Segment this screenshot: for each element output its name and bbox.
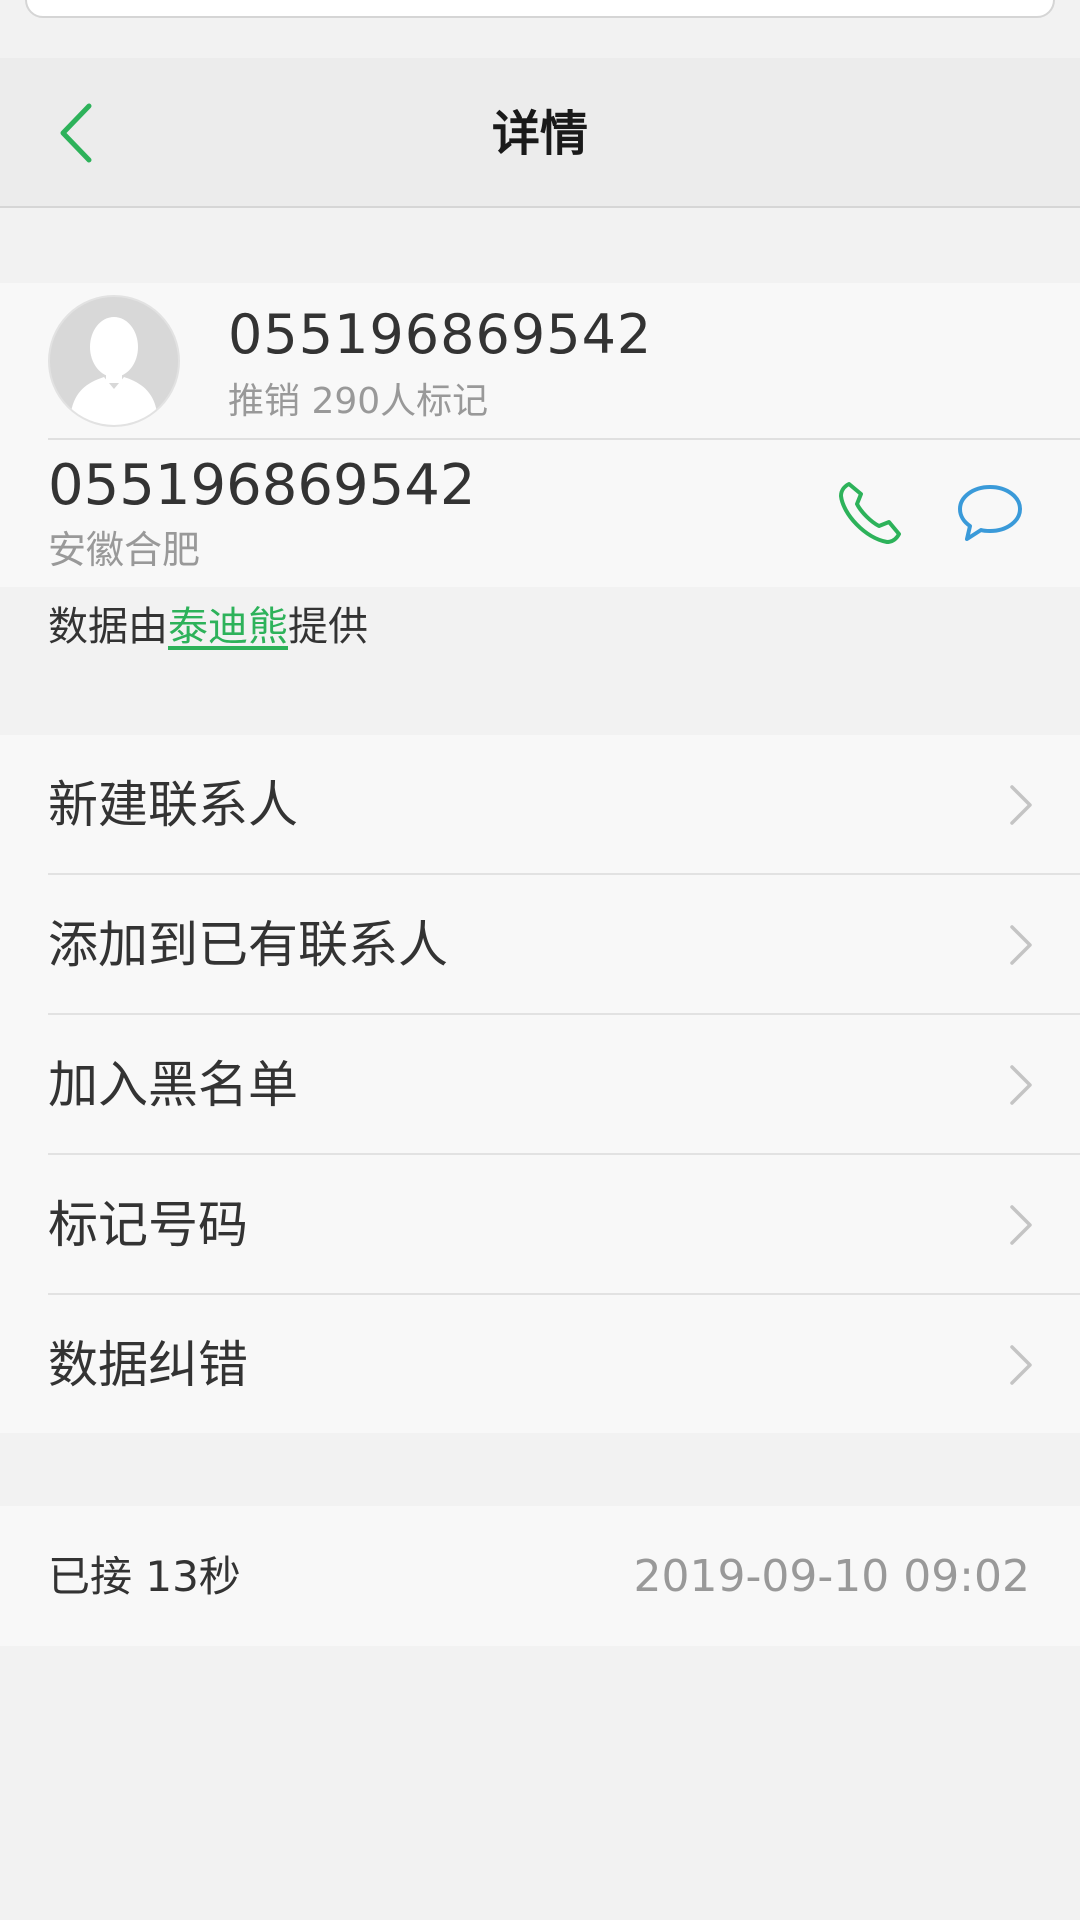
divider xyxy=(48,438,1080,440)
phone-location: 安徽合肥 xyxy=(48,528,201,572)
chevron-right-icon xyxy=(1010,1065,1032,1105)
menu-item-label: 新建联系人 xyxy=(48,776,298,834)
menu-item-mark-number[interactable]: 标记号码 xyxy=(0,1155,1080,1295)
menu-item-data-correction[interactable]: 数据纠错 xyxy=(0,1295,1080,1435)
provider-link[interactable]: 泰迪熊 xyxy=(168,604,288,650)
call-log-entry: 已接 13秒 2019-09-10 09:02 xyxy=(0,1506,1080,1646)
phone-number: 055196869542 xyxy=(48,453,476,518)
menu-item-add-to-existing-contact[interactable]: 添加到已有联系人 xyxy=(0,875,1080,1015)
menu-item-label: 加入黑名单 xyxy=(48,1056,298,1114)
chevron-right-icon xyxy=(1010,1345,1032,1385)
provider-prefix: 数据由 xyxy=(48,604,168,650)
menu-item-add-to-blacklist[interactable]: 加入黑名单 xyxy=(0,1015,1080,1155)
top-app-bar: 详情 xyxy=(0,58,1080,208)
chevron-right-icon xyxy=(1010,1205,1032,1245)
phone-icon xyxy=(839,482,901,544)
caller-tag-text: 推销 290人标记 xyxy=(228,381,489,422)
chevron-right-icon xyxy=(1010,925,1032,965)
message-button[interactable] xyxy=(950,473,1030,553)
provider-suffix: 提供 xyxy=(288,604,368,650)
call-timestamp: 2019-09-10 09:02 xyxy=(633,1551,1031,1602)
page-title: 详情 xyxy=(491,106,588,162)
search-bar-remnant xyxy=(25,0,1055,18)
caller-info-card: 055196869542 推销 290人标记 055196869542 安徽合肥 xyxy=(0,283,1080,587)
call-button[interactable] xyxy=(830,473,910,553)
menu-item-label: 添加到已有联系人 xyxy=(48,916,448,974)
caller-name: 055196869542 xyxy=(228,303,653,366)
data-provider-note: 数据由泰迪熊提供 xyxy=(48,602,368,652)
action-menu: 新建联系人 添加到已有联系人 加入黑名单 标记号码 数据纠错 xyxy=(0,735,1080,1433)
person-silhouette-icon xyxy=(70,317,158,425)
call-status: 已接 13秒 xyxy=(48,1552,241,1601)
menu-item-label: 标记号码 xyxy=(48,1196,248,1254)
message-bubble-icon xyxy=(958,485,1022,541)
chevron-right-icon xyxy=(1010,785,1032,825)
avatar xyxy=(48,295,180,427)
menu-item-new-contact[interactable]: 新建联系人 xyxy=(0,735,1080,875)
menu-item-label: 数据纠错 xyxy=(48,1336,248,1394)
